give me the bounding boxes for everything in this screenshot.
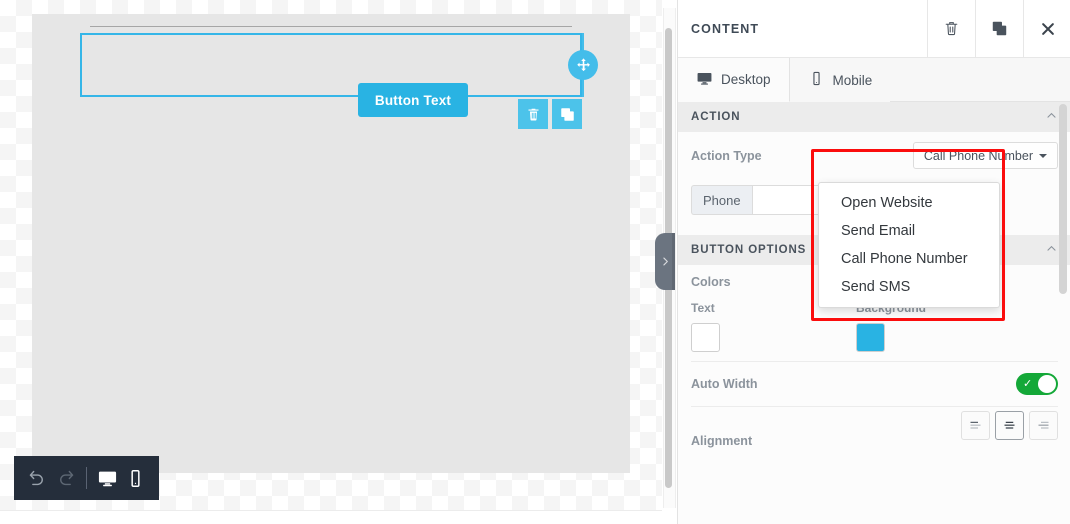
toolbar-divider <box>86 467 87 489</box>
panel-body: ACTION Action Type Call Phone Number Pho… <box>678 102 1070 524</box>
canvas-bottom-strip <box>0 510 662 524</box>
check-icon: ✓ <box>1023 378 1033 390</box>
selected-content-block[interactable]: Button Text <box>80 33 582 117</box>
duplicate-block-button[interactable] <box>552 99 582 129</box>
section-title-action: ACTION <box>691 111 741 123</box>
mobile-icon <box>808 70 825 90</box>
email-builder-app: Button Text CONTENT Desktop Mobile ACTIO… <box>0 0 1070 524</box>
dropdown-item-call-phone-number[interactable]: Call Phone Number <box>819 245 999 273</box>
undo-icon[interactable] <box>24 463 51 493</box>
section-title-button-options: BUTTON OPTIONS <box>691 244 807 256</box>
trash-icon[interactable] <box>927 0 975 58</box>
align-left-icon[interactable] <box>961 411 990 440</box>
chevron-up-icon[interactable] <box>1045 242 1058 258</box>
align-center-icon[interactable] <box>995 411 1024 440</box>
tab-mobile[interactable]: Mobile <box>789 58 891 102</box>
dropdown-item-send-email[interactable]: Send Email <box>819 217 999 245</box>
close-icon[interactable] <box>1023 0 1070 58</box>
desktop-icon[interactable] <box>94 463 121 493</box>
align-right-icon[interactable] <box>1029 411 1058 440</box>
auto-width-label: Auto Width <box>691 377 758 391</box>
move-arrows-icon[interactable] <box>568 50 598 80</box>
chevron-up-icon[interactable] <box>1045 109 1058 125</box>
tab-desktop-label: Desktop <box>721 72 771 87</box>
text-color-swatch[interactable] <box>691 323 720 352</box>
panel-scrollbar-thumb[interactable] <box>1059 104 1067 294</box>
canvas-cta-button[interactable]: Button Text <box>358 83 468 117</box>
canvas-pane: Button Text <box>0 0 680 524</box>
toggle-knob <box>1038 375 1056 393</box>
delete-block-button[interactable] <box>518 99 548 129</box>
color-swatches-row <box>678 317 1070 361</box>
auto-width-toggle[interactable]: ✓ <box>1016 373 1058 395</box>
dropdown-item-open-website[interactable]: Open Website <box>819 189 999 217</box>
tab-desktop[interactable]: Desktop <box>678 58 790 102</box>
chevron-down-icon <box>1039 153 1047 158</box>
alignment-label: Alignment <box>691 434 753 448</box>
desktop-icon <box>696 70 713 90</box>
action-type-row: Action Type Call Phone Number <box>678 132 1070 179</box>
alignment-button-group <box>961 407 1058 440</box>
action-type-dropdown[interactable]: Call Phone Number <box>912 142 1058 169</box>
background-color-swatch[interactable] <box>856 323 885 352</box>
panel-title: CONTENT <box>691 21 760 36</box>
device-tabs: Desktop Mobile <box>678 58 1070 102</box>
mobile-icon[interactable] <box>122 463 149 493</box>
alignment-row: Alignment <box>678 407 1070 453</box>
block-action-buttons <box>518 99 582 129</box>
phone-addon-label: Phone <box>691 185 752 215</box>
divider-rule <box>90 26 572 27</box>
action-type-dropdown-menu: Open Website Send Email Call Phone Numbe… <box>818 182 1000 308</box>
dropdown-item-send-sms[interactable]: Send SMS <box>819 273 999 301</box>
tab-mobile-label: Mobile <box>832 72 873 88</box>
colors-label: Colors <box>691 275 731 289</box>
duplicate-icon[interactable] <box>975 0 1023 58</box>
panel-header: CONTENT <box>678 0 1070 58</box>
canvas-bottom-toolbar <box>14 456 159 500</box>
auto-width-row: Auto Width ✓ <box>678 362 1070 406</box>
redo-icon[interactable] <box>53 463 80 493</box>
action-type-label: Action Type <box>691 148 762 163</box>
action-type-value: Call Phone Number <box>923 148 1033 163</box>
panel-collapse-handle[interactable] <box>655 233 675 290</box>
section-header-action[interactable]: ACTION <box>678 102 1070 132</box>
